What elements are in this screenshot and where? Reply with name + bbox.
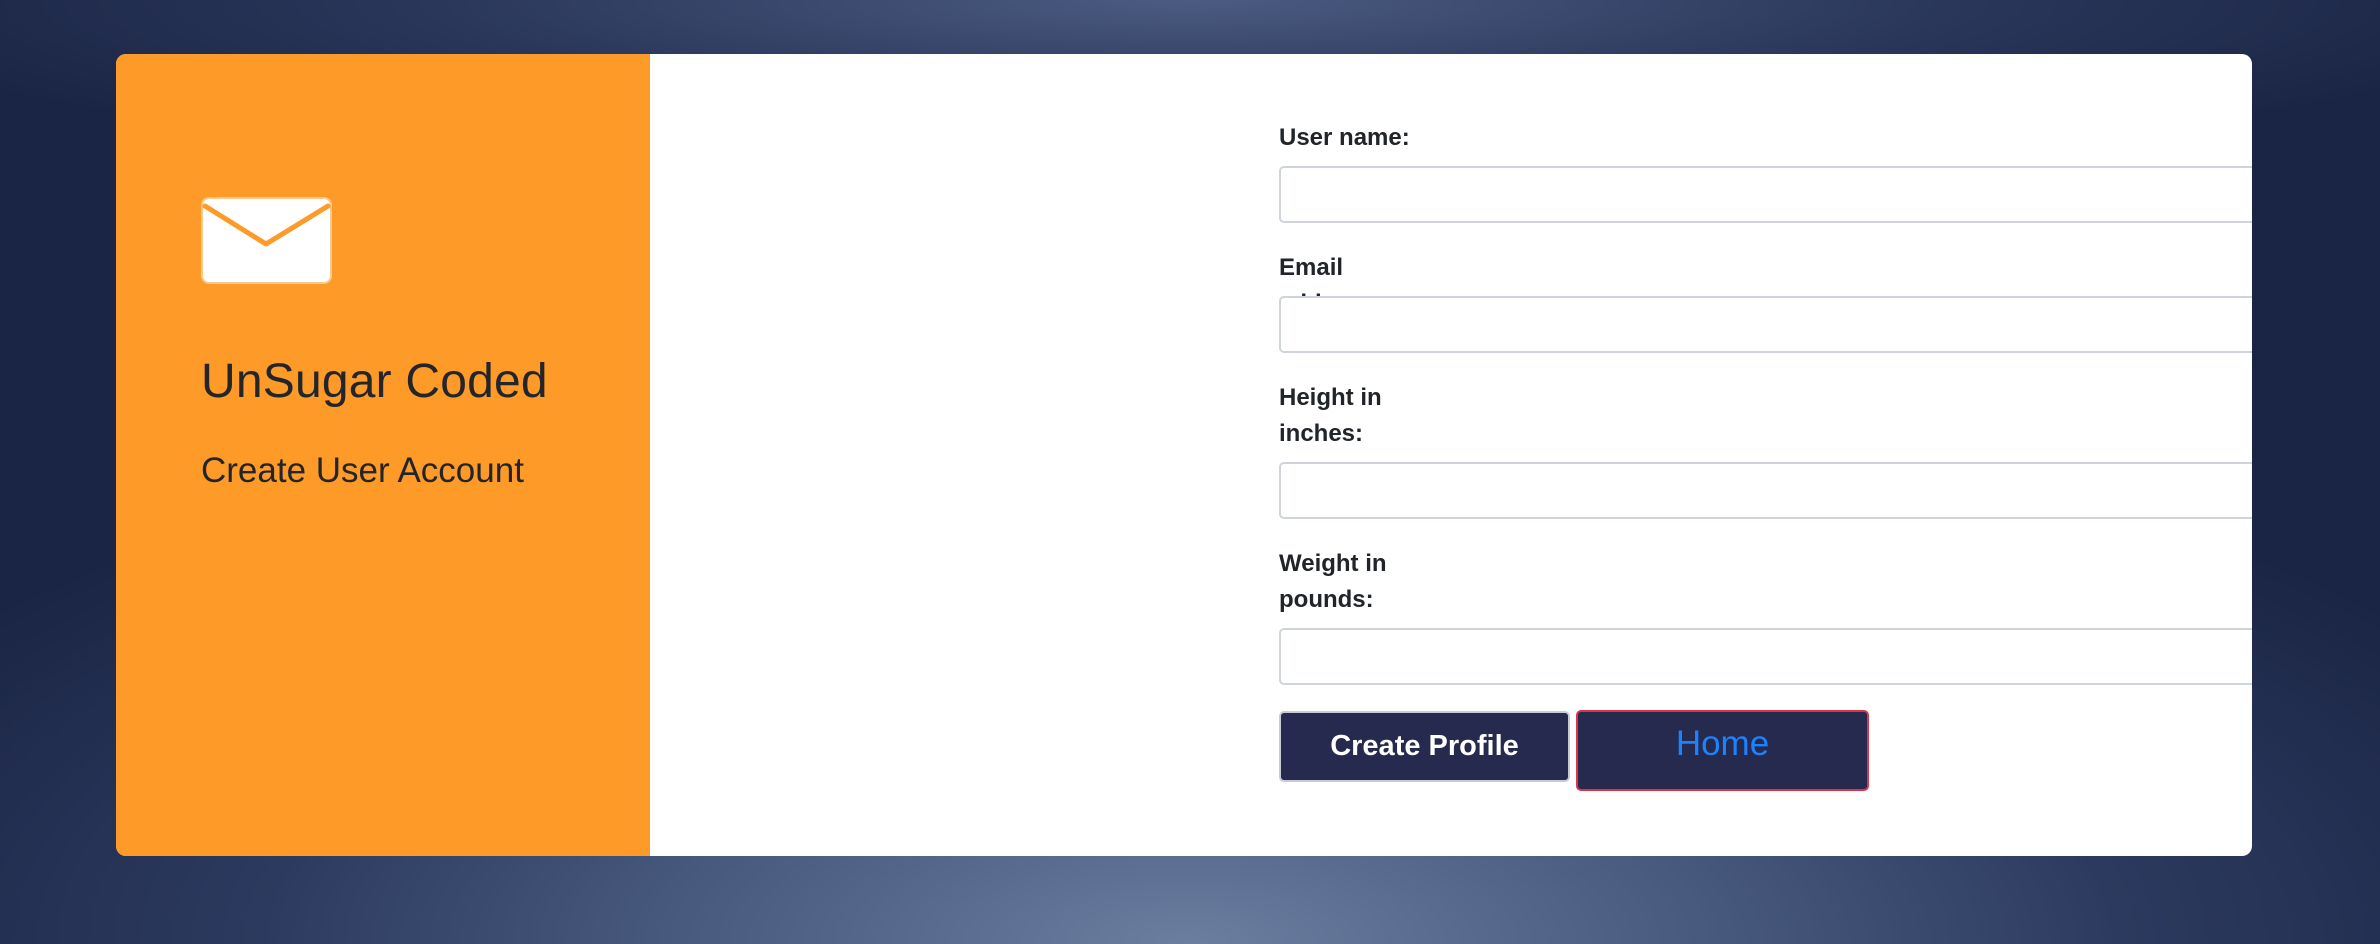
form-panel: User name: Email address: Height in inch… (650, 54, 2252, 856)
email-input[interactable] (1279, 296, 2252, 353)
height-input[interactable] (1279, 462, 2252, 519)
home-button[interactable]: Home (1576, 710, 1869, 791)
signup-card: UnSugar Coded Create User Account User n… (116, 54, 2252, 856)
brand-panel: UnSugar Coded Create User Account (116, 54, 650, 856)
create-profile-button[interactable]: Create Profile (1279, 711, 1570, 782)
username-input[interactable] (1279, 166, 2252, 223)
height-label: Height in inches: (1279, 384, 1382, 447)
weight-label: Weight in pounds: (1279, 550, 1387, 613)
page-subtitle: Create User Account (201, 451, 524, 490)
weight-input[interactable] (1279, 628, 2252, 685)
brand-title: UnSugar Coded (201, 355, 548, 408)
envelope-icon (201, 197, 332, 284)
username-label: User name: (1279, 124, 1410, 151)
